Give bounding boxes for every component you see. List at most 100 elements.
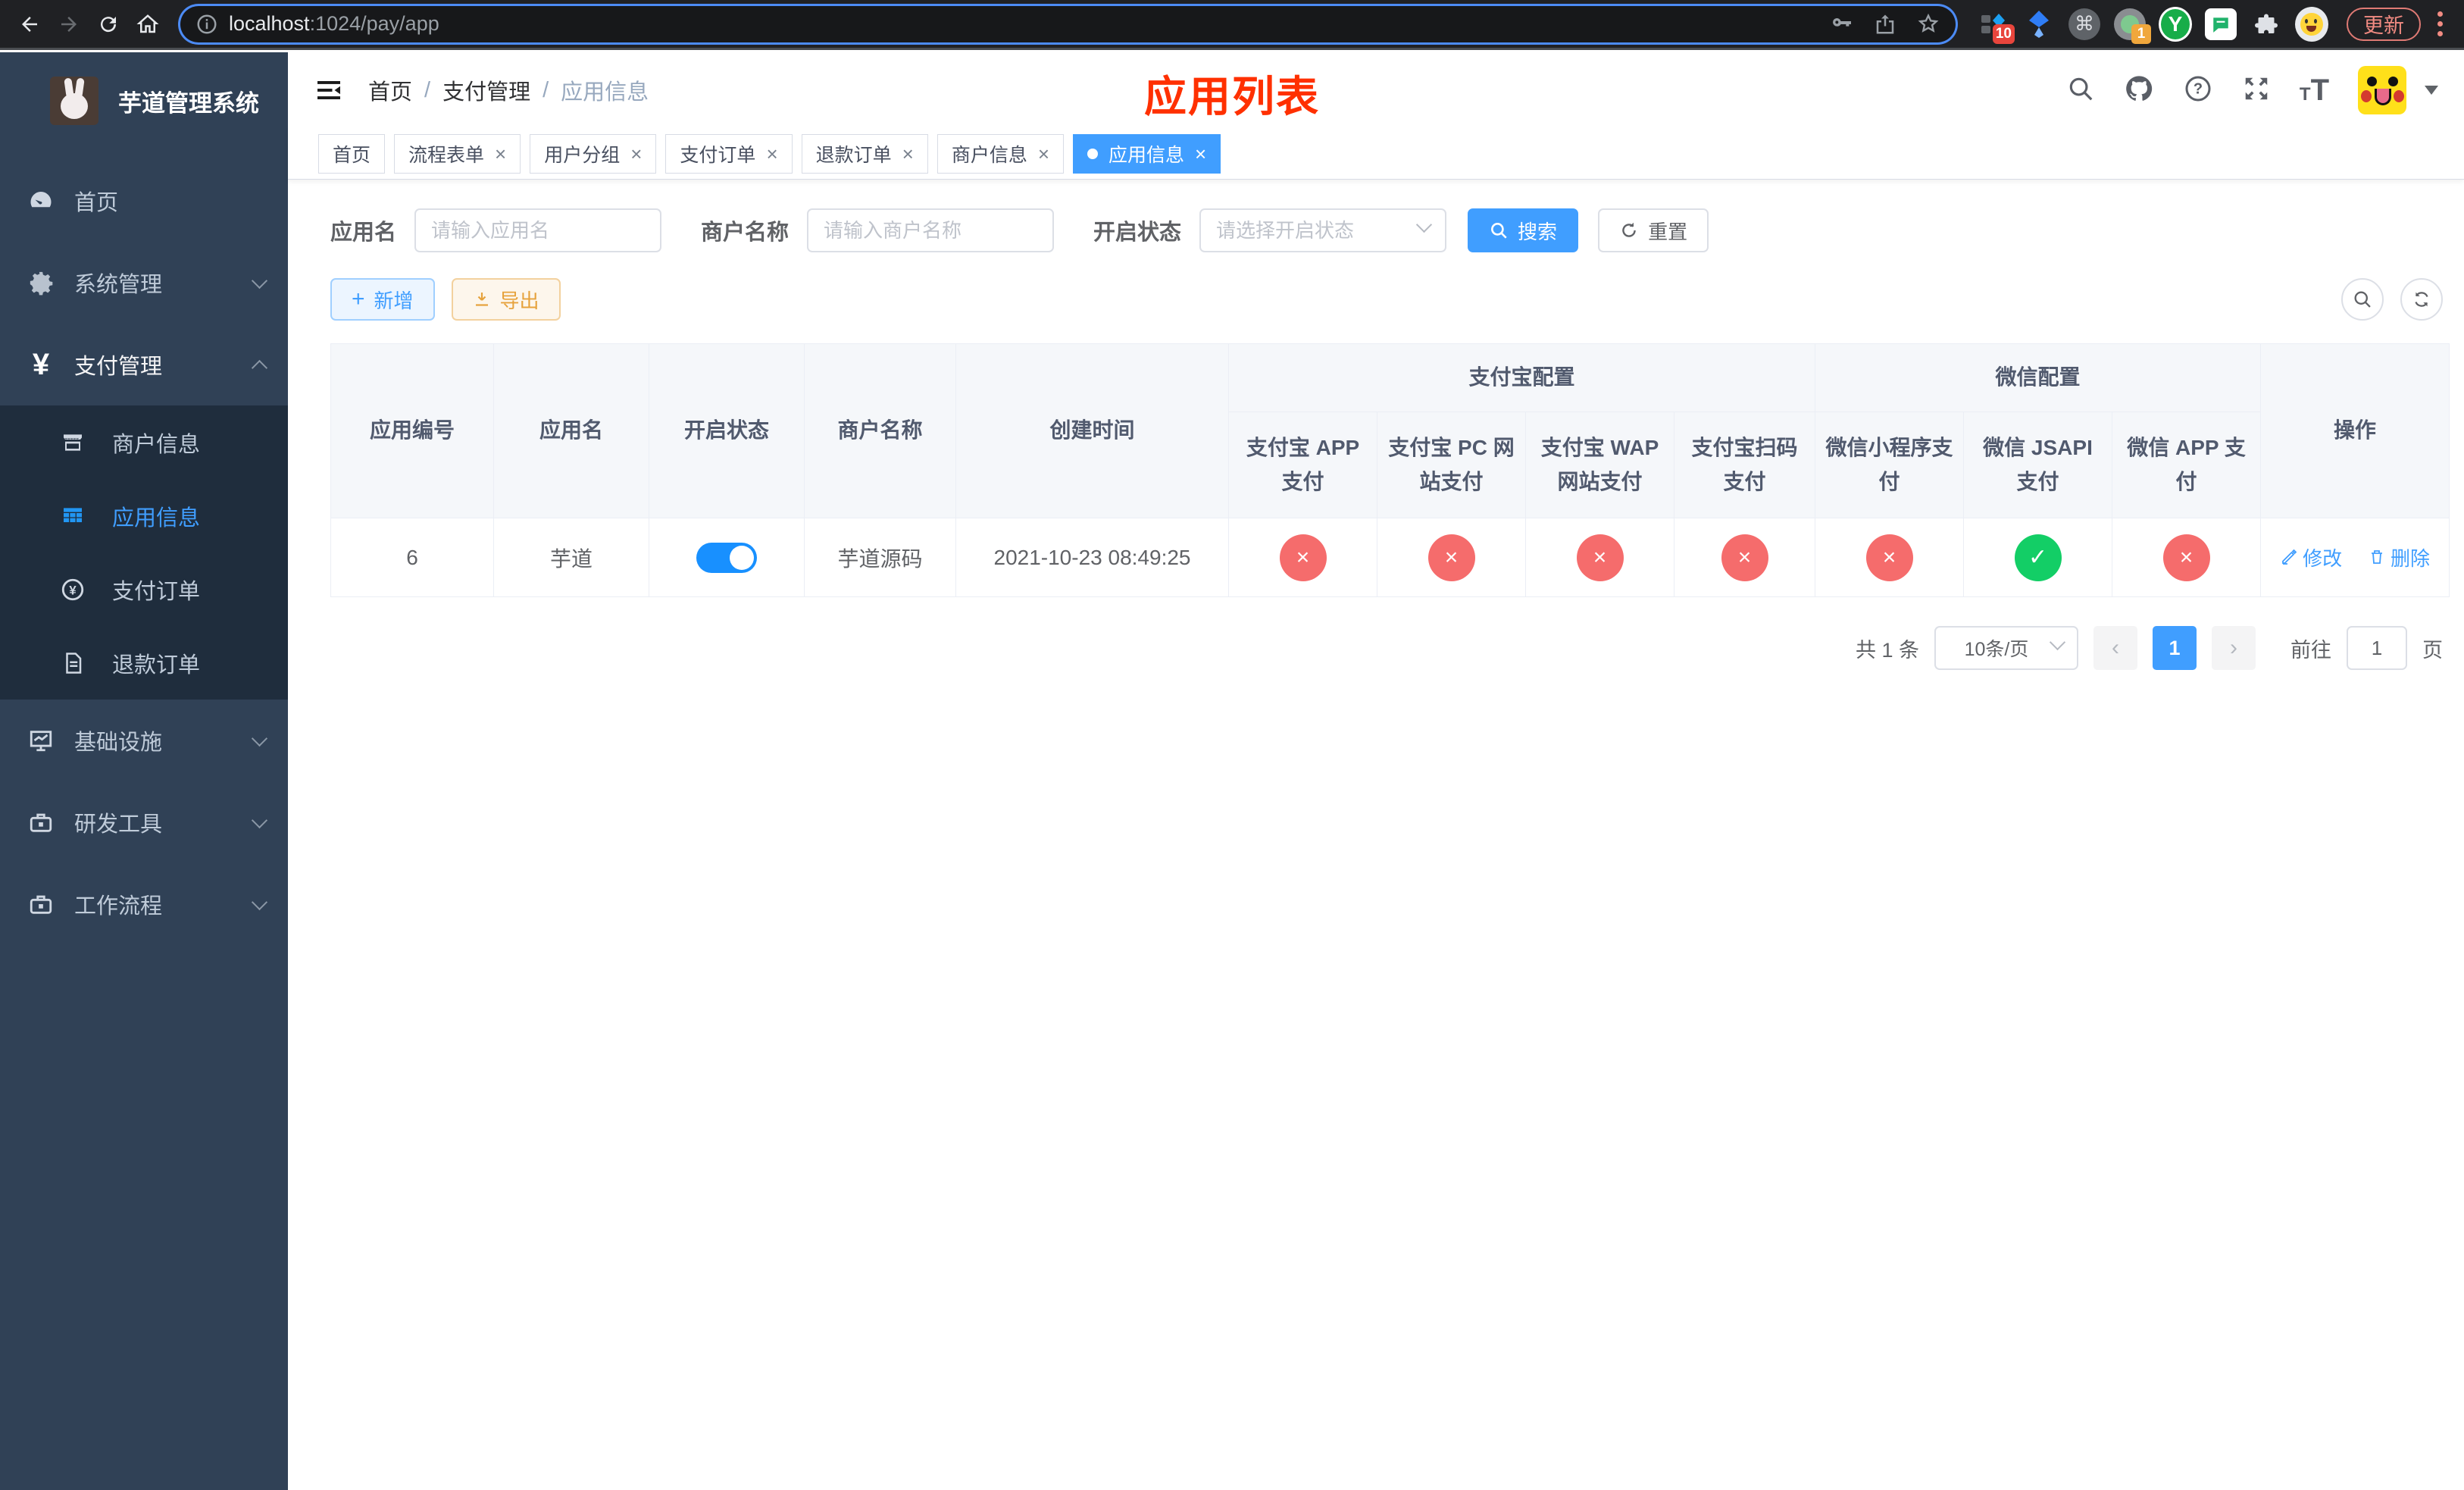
status-select-input[interactable] [1199,208,1447,252]
sidebar-item-label: 系统管理 [74,273,163,297]
bookmark-star-icon[interactable] [1916,12,1940,36]
col-created: 创建时间 [955,343,1229,518]
sidebar-item-merchant-info[interactable]: 商户信息 [0,405,288,479]
extension-proxy-icon[interactable]: 1 [2113,8,2151,44]
goto-page-input[interactable] [2347,626,2407,670]
next-page-button[interactable] [2212,626,2256,670]
breadcrumb-current: 应用信息 [561,80,649,105]
tab-user-group[interactable]: 用户分组 [530,133,657,174]
extension-chat-icon[interactable] [2204,8,2237,41]
tab-merchant-info[interactable]: 商户信息 [937,133,1065,174]
chevron-up-icon [251,359,268,376]
reset-button[interactable]: 重置 [1598,208,1709,252]
sidebar-item-home[interactable]: 首页 [0,160,288,242]
sidebar-item-dev-tools[interactable]: 研发工具 [0,781,288,863]
sidebar-item-pay-orders[interactable]: ¥ 支付订单 [0,552,288,626]
show-search-button[interactable] [2341,278,2384,321]
close-icon[interactable] [1038,144,1049,164]
extension-command-icon[interactable]: ⌘ [2068,8,2101,41]
breadcrumb-home[interactable]: 首页 [368,74,412,106]
payment-submenu: 商户信息 应用信息 ¥ 支付订单 退款订单 [0,405,288,700]
total-count: 共 1 条 [1855,638,1919,662]
app-logo[interactable]: 芋道管理系统 [0,52,288,149]
refresh-table-button[interactable] [2400,278,2443,321]
cell-app-name: 芋道 [493,518,649,597]
page-title: 应用列表 [1144,73,1320,121]
export-button[interactable]: 导出 [451,278,561,321]
home-icon[interactable] [130,7,165,42]
close-icon[interactable] [495,144,506,164]
status-select[interactable] [1199,208,1447,252]
close-icon[interactable] [902,144,914,164]
col-actions: 操作 [2260,343,2450,518]
sidebar-item-system[interactable]: 系统管理 [0,242,288,324]
page-content: 应用名 商户名称 开启状态 搜索 重置 [288,180,2464,1490]
github-icon[interactable] [2124,74,2154,108]
tab-refund-orders[interactable]: 退款订单 [801,133,928,174]
logo-image [50,77,98,125]
extensions-puzzle-icon[interactable] [2250,8,2283,41]
edit-link[interactable]: 修改 [2280,543,2342,571]
tab-home[interactable]: 首页 [318,133,386,174]
merchant-name-input[interactable] [807,208,1055,252]
address-bar[interactable]: localhost:1024/pay/app [180,5,1956,42]
reload-icon[interactable] [91,7,126,42]
extensions-area: 10 ⌘ 1 Y [1971,6,2334,44]
sidebar: 芋道管理系统 首页 系统管理 ¥ 支付管理 商户信息 应用信息 ¥ 支付订单 退… [0,52,288,1490]
font-size-icon[interactable]: TT [2300,74,2329,108]
sidebar-item-refund-orders[interactable]: 退款订单 [0,626,288,700]
help-icon[interactable]: ? [2183,74,2213,108]
search-button[interactable]: 搜索 [1468,208,1579,252]
sidebar-item-infrastructure[interactable]: 基础设施 [0,700,288,781]
fullscreen-icon[interactable] [2242,74,2271,107]
tab-app-info[interactable]: 应用信息 [1073,133,1221,174]
col-merchant: 商户名称 [804,343,956,518]
password-key-icon[interactable] [1830,12,1854,36]
close-icon[interactable] [766,144,777,164]
user-avatar[interactable] [2358,66,2406,114]
add-button[interactable]: 新增 [330,278,435,321]
status-toggle[interactable] [696,542,757,573]
prev-page-button[interactable] [2093,626,2137,670]
share-icon[interactable] [1874,12,1896,36]
alipay-app-status-icon: × [1279,534,1327,581]
tab-pay-orders[interactable]: 支付订单 [665,133,793,174]
sidebar-collapse-icon[interactable] [314,77,344,104]
back-icon[interactable] [12,7,47,42]
search-icon[interactable] [2066,74,2095,107]
delete-link[interactable]: 删除 [2368,543,2430,571]
profile-avatar-icon[interactable] [2295,6,2328,42]
col-alipay-wap: 支付宝 WAP 网站支付 [1525,412,1674,518]
browser-update-button[interactable]: 更新 [2347,7,2421,41]
breadcrumb: 首页 / 支付管理 / 应用信息 [368,74,649,106]
close-icon[interactable] [630,144,642,164]
svg-text:¥: ¥ [69,583,77,597]
sidebar-item-workflow[interactable]: 工作流程 [0,863,288,945]
app-name-input[interactable] [414,208,662,252]
page-number-button[interactable]: 1 [2153,626,2197,670]
browser-menu-icon[interactable] [2428,11,2452,36]
col-status: 开启状态 [649,343,805,518]
refresh-icon [2415,292,2428,307]
page-size-select[interactable] [1934,626,2078,670]
breadcrumb-payment[interactable]: 支付管理 [442,74,530,106]
col-alipay-qr: 支付宝扫码支付 [1673,412,1816,518]
grid-icon [58,501,88,531]
sidebar-item-payment[interactable]: ¥ 支付管理 [0,324,288,405]
table-row: 6 芋道 芋道源码 2021-10-23 08:49:25 × × × × × … [330,518,2450,597]
col-alipay-app: 支付宝 APP 支付 [1228,412,1377,518]
extension-kite-icon[interactable] [2022,8,2056,41]
pay-order-icon: ¥ [58,574,88,605]
url-text[interactable]: localhost:1024/pay/app [229,12,1819,36]
tab-process-form[interactable]: 流程表单 [394,133,521,174]
extension-y-icon[interactable]: Y [2159,6,2192,42]
cell-app-id: 6 [330,518,494,597]
sidebar-item-label: 工作流程 [74,894,163,919]
avatar-caret-icon[interactable] [2425,86,2438,95]
site-info-icon[interactable] [195,13,218,36]
sidebar-item-app-info[interactable]: 应用信息 [0,479,288,552]
sidebar-item-label: 退款订单 [112,653,201,678]
close-icon[interactable] [1195,144,1206,164]
extension-blocker-icon[interactable]: 10 [1977,8,2015,44]
forward-icon[interactable] [52,7,86,42]
